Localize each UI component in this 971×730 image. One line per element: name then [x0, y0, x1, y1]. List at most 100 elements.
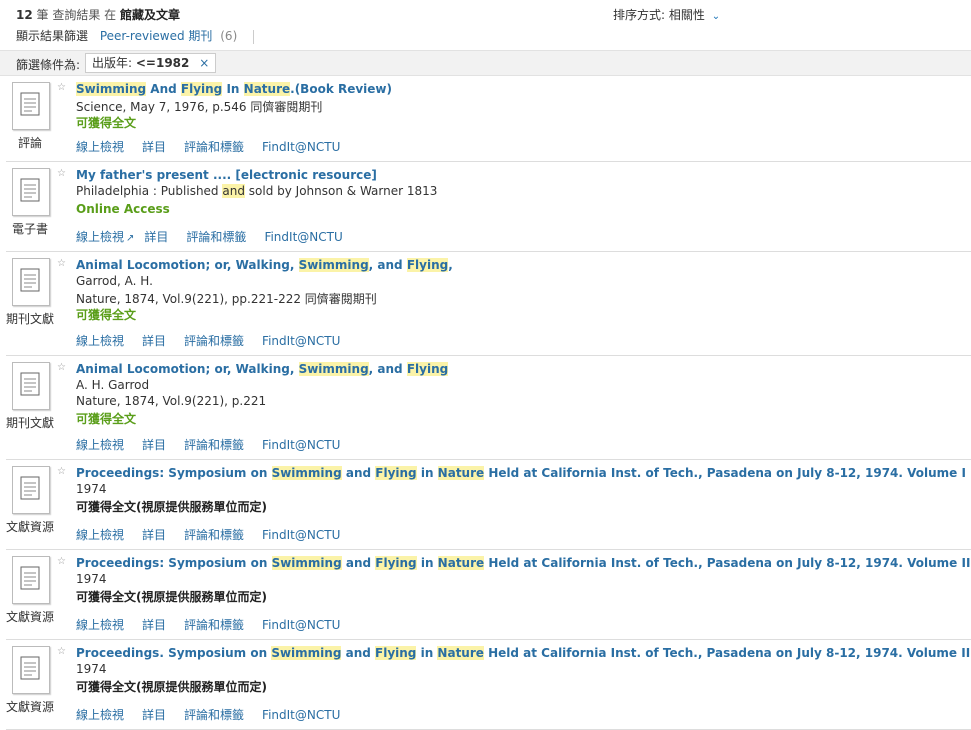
search-scope: 館藏及文章	[120, 8, 181, 22]
tab-findit[interactable]: FindIt@NCTU	[262, 334, 340, 348]
title-segment: Swimming	[271, 646, 342, 660]
availability-link[interactable]: 可獲得全文	[76, 410, 136, 427]
results-summary: 12 筆 查詢結果 在 館藏及文章	[16, 6, 180, 23]
tab-details[interactable]: 詳目	[142, 334, 166, 348]
tab-details[interactable]: 詳目	[142, 708, 166, 722]
result-title-link[interactable]: Proceedings: Symposium on Swimming and F…	[76, 466, 966, 480]
star-icon[interactable]: ☆	[57, 362, 66, 373]
result-title-link[interactable]: Animal Locomotion; or, Walking, Swimming…	[76, 362, 449, 376]
title-segment: in	[416, 646, 438, 660]
availability-link[interactable]: 可獲得全文(視原提供服務單位而定)	[76, 498, 267, 515]
tab-reviews-tags[interactable]: 評論和標籤	[184, 334, 244, 348]
document-thumbnail-icon[interactable]	[12, 646, 50, 694]
tab-online-view[interactable]: 線上檢視	[76, 334, 124, 348]
title-segment: Swimming	[298, 362, 369, 376]
sort-value[interactable]: 相關性	[669, 8, 705, 22]
document-thumbnail-icon[interactable]	[12, 82, 50, 130]
tab-details[interactable]: 詳目	[142, 438, 166, 452]
title-segment: And	[146, 82, 181, 96]
title-segment: ,	[448, 258, 453, 272]
star-icon[interactable]: ☆	[57, 466, 66, 477]
availability-link[interactable]: Online Access	[76, 202, 170, 216]
result-source-line: Nature, 1874, Vol.9(221), pp.221-222 同儕審…	[76, 292, 377, 306]
title-segment: and	[341, 556, 376, 570]
result-detail-line: Garrod, A. H.	[76, 274, 153, 288]
tab-reviews-tags[interactable]: 評論和標籤	[186, 230, 246, 244]
title-segment: Held at California Inst. of Tech., Pasad…	[484, 466, 966, 480]
tab-details[interactable]: 詳目	[142, 140, 166, 154]
tab-findit[interactable]: FindIt@NCTU	[264, 230, 342, 244]
title-segment: Held at California Inst. of Tech., Pasad…	[483, 646, 971, 660]
tab-details[interactable]: 詳目	[144, 230, 168, 244]
tab-reviews-tags[interactable]: 評論和標籤	[184, 140, 244, 154]
tab-findit[interactable]: FindIt@NCTU	[262, 438, 340, 452]
remove-filter-icon[interactable]: ×	[199, 56, 209, 70]
title-segment: Flying	[406, 258, 449, 272]
tab-online-view[interactable]: 線上檢視	[76, 708, 124, 722]
result-item: 期刊文獻 ☆ Animal Locomotion; or, Walking, Swi…	[0, 356, 971, 460]
document-thumbnail-icon[interactable]	[12, 362, 50, 410]
year-filter-chip[interactable]: 出版年: <=1982 ×	[85, 53, 217, 73]
document-thumbnail-icon[interactable]	[12, 258, 50, 306]
result-detail-line: 1974	[76, 662, 107, 676]
filter-label: 顯示結果篩選	[16, 29, 89, 43]
tab-reviews-tags[interactable]: 評論和標籤	[184, 528, 244, 542]
result-title-link[interactable]: Proceedings. Symposium on Swimming and F…	[76, 646, 971, 660]
publisher-segment: Philadelphia : Published	[76, 184, 223, 198]
tab-online-view[interactable]: 線上檢視	[76, 528, 124, 542]
star-icon[interactable]: ☆	[57, 258, 66, 269]
tab-reviews-tags[interactable]: 評論和標籤	[184, 438, 244, 452]
result-title-link[interactable]: Proceedings: Symposium on Swimming and F…	[76, 556, 970, 570]
chip-prefix: 出版年:	[92, 56, 133, 70]
tab-findit[interactable]: FindIt@NCTU	[262, 618, 340, 632]
tab-reviews-tags[interactable]: 評論和標籤	[184, 708, 244, 722]
result-tabs: 線上檢視 詳目 評論和標籤 FindIt@NCTU	[76, 436, 358, 453]
title-segment: Flying	[375, 646, 417, 660]
tab-findit[interactable]: FindIt@NCTU	[262, 140, 340, 154]
result-item: 評論 ☆ Swimming And Flying In Nature.(Book R…	[0, 76, 971, 162]
peer-reviewed-count: (6)	[220, 29, 238, 43]
availability-link[interactable]: 可獲得全文(視原提供服務單位而定)	[76, 678, 267, 695]
document-thumbnail-icon[interactable]	[12, 466, 50, 514]
title-segment: Nature	[437, 466, 485, 480]
result-tabs: 線上檢視 ↗ 詳目 評論和標籤 FindIt@NCTU	[76, 228, 361, 245]
result-item: 文獻資源 ☆ Proceedings: Symposium on Swimming …	[0, 550, 971, 640]
star-icon[interactable]: ☆	[57, 82, 66, 93]
tab-online-view[interactable]: 線上檢視	[76, 438, 124, 452]
tab-details[interactable]: 詳目	[142, 528, 166, 542]
title-segment: My father's present .... [electronic res…	[76, 168, 377, 182]
title-segment: Swimming	[271, 556, 342, 570]
star-icon[interactable]: ☆	[57, 556, 66, 567]
active-filters-label: 篩選條件為:	[16, 58, 81, 72]
result-detail-line: 1974	[76, 482, 107, 496]
availability-link[interactable]: 可獲得全文	[76, 306, 136, 323]
tab-reviews-tags[interactable]: 評論和標籤	[184, 618, 244, 632]
result-detail-line: A. H. Garrod	[76, 378, 150, 392]
star-icon[interactable]: ☆	[57, 168, 66, 179]
result-title-link[interactable]: Animal Locomotion; or, Walking, Swimming…	[76, 258, 453, 272]
title-segment: in	[416, 556, 438, 570]
tab-online-view[interactable]: 線上檢視	[76, 140, 124, 154]
tab-findit[interactable]: FindIt@NCTU	[262, 708, 340, 722]
tab-online-view[interactable]: 線上檢視	[76, 230, 124, 244]
tab-details[interactable]: 詳目	[142, 618, 166, 632]
peer-reviewed-filter-link[interactable]: Peer-reviewed 期刊	[100, 29, 213, 43]
title-segment: Swimming	[298, 258, 369, 272]
document-thumbnail-icon[interactable]	[12, 556, 50, 604]
filter-divider	[253, 29, 255, 44]
title-segment: Swimming	[271, 466, 342, 480]
title-segment: Nature	[437, 646, 484, 660]
external-link-icon[interactable]: ↗	[126, 233, 134, 244]
sort-control[interactable]: 排序方式: 相關性 ⌄	[613, 6, 720, 23]
title-segment: Swimming	[76, 82, 147, 96]
document-thumbnail-icon[interactable]	[12, 168, 50, 216]
star-icon[interactable]: ☆	[57, 646, 66, 657]
availability-link[interactable]: 可獲得全文	[76, 114, 136, 131]
result-title-link[interactable]: Swimming And Flying In Nature.(Book Revi…	[76, 82, 392, 96]
result-title-link[interactable]: My father's present .... [electronic res…	[76, 168, 377, 182]
tab-findit[interactable]: FindIt@NCTU	[262, 528, 340, 542]
availability-link[interactable]: 可獲得全文(視原提供服務單位而定)	[76, 588, 267, 605]
active-filters-bar: 篩選條件為: 出版年: <=1982 ×	[0, 50, 971, 76]
tab-online-view[interactable]: 線上檢視	[76, 618, 124, 632]
chevron-down-icon[interactable]: ⌄	[712, 11, 720, 22]
